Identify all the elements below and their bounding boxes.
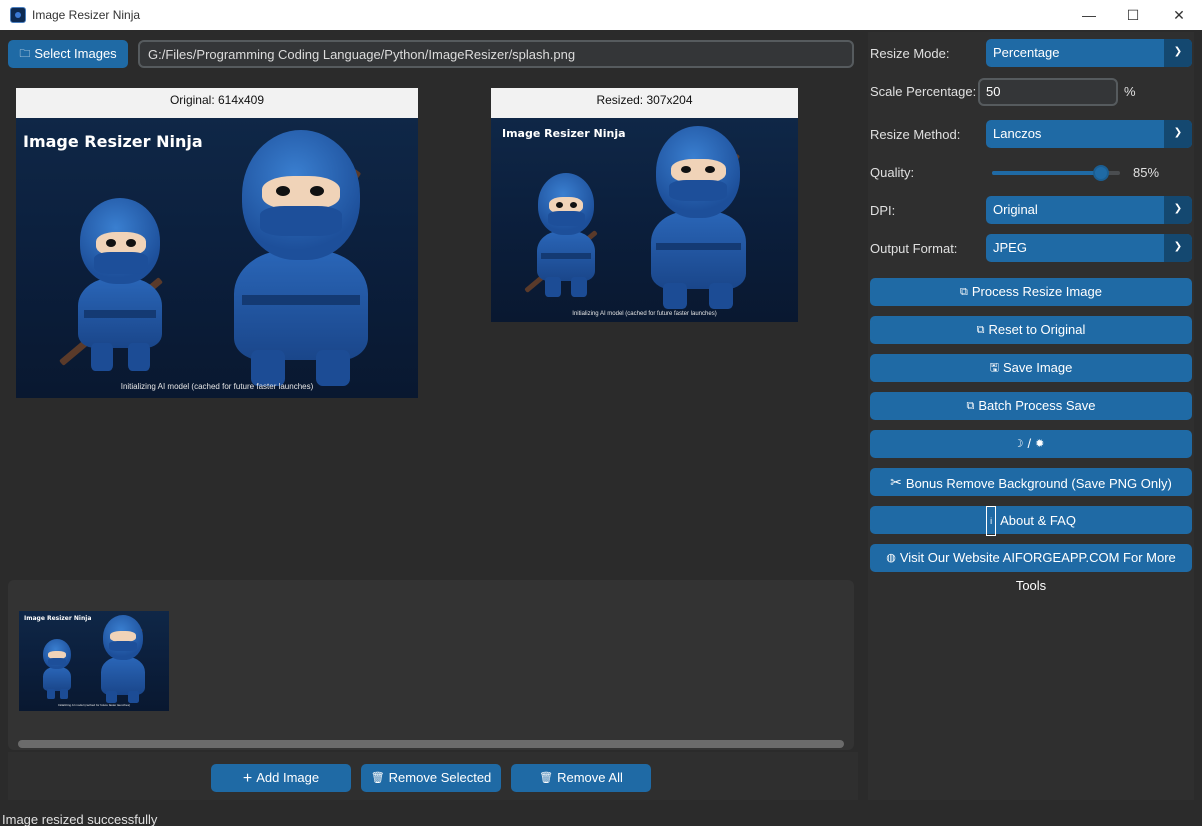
globe-icon: ◍	[886, 552, 896, 564]
thumbnail-item[interactable]: Image Resizer Ninja Initializing AI mode…	[19, 611, 169, 711]
resized-size-label: Resized: 307x204	[491, 88, 798, 118]
remove-selected-label: Remove Selected	[388, 770, 492, 785]
status-text: Image resized successfully	[2, 812, 158, 826]
batch-process-button[interactable]: ⧉ Batch Process Save	[870, 392, 1192, 420]
add-image-button[interactable]: + Add Image	[211, 764, 351, 792]
quality-label: Quality:	[870, 165, 915, 180]
chevron-down-icon: ❯	[1164, 196, 1192, 224]
reset-icon: ⧉	[976, 324, 985, 336]
trash-icon: 🗑	[370, 772, 385, 784]
dpi-select[interactable]: Original ❯	[986, 196, 1192, 224]
chevron-down-icon: ❯	[1164, 234, 1192, 262]
preview-area: Original: 614x409 Image Resizer Ninja In…	[8, 80, 858, 568]
horizontal-scrollbar[interactable]	[18, 740, 844, 748]
maximize-button[interactable]: ☐	[1110, 0, 1156, 30]
remove-all-button[interactable]: 🗑 Remove All	[511, 764, 651, 792]
image-brand-text: Image Resizer Ninja	[502, 127, 626, 140]
resized-preview: Resized: 307x204 Image Resizer Ninja Ini…	[491, 88, 798, 322]
save-image-button[interactable]: 🖫 Save Image	[870, 354, 1192, 382]
resize-mode-value: Percentage	[993, 45, 1060, 60]
original-preview: Original: 614x409 Image Resizer Ninja In…	[16, 88, 418, 398]
output-format-select[interactable]: JPEG ❯	[986, 234, 1192, 262]
resize-icon: ⧉	[960, 286, 968, 298]
app-icon	[10, 7, 26, 23]
scale-percentage-label: Scale Percentage:	[870, 84, 977, 99]
trash-icon: 🗑	[539, 772, 554, 784]
small-ninja-figure	[521, 173, 611, 303]
select-images-button[interactable]: 🗀 Select Images	[8, 40, 128, 68]
quality-slider-fill	[992, 171, 1101, 175]
scale-percentage-input[interactable]: 50	[978, 78, 1118, 106]
theme-toggle-label: /	[1027, 436, 1032, 451]
about-faq-button[interactable]: i About & FAQ	[870, 506, 1192, 536]
image-caption: Initializing AI model (cached for future…	[120, 382, 314, 391]
remove-background-label: Bonus Remove Background (Save PNG Only)	[905, 476, 1172, 491]
image-brand-text: Image Resizer Ninja	[24, 615, 92, 622]
remove-selected-button[interactable]: 🗑 Remove Selected	[361, 764, 501, 792]
title-bar: Image Resizer Ninja — ☐ ✕	[0, 0, 1202, 30]
dpi-value: Original	[993, 202, 1038, 217]
quality-value: 85%	[1133, 165, 1160, 180]
thumbnail-panel: Image Resizer Ninja Initializing AI mode…	[8, 580, 854, 750]
resize-method-label: Resize Method:	[870, 127, 961, 142]
about-faq-label: About & FAQ	[1000, 513, 1076, 528]
reset-button[interactable]: ⧉ Reset to Original	[870, 316, 1192, 344]
output-format-value: JPEG	[993, 240, 1027, 255]
original-image: Image Resizer Ninja Initializing AI mode…	[16, 118, 418, 398]
save-image-label: Save Image	[1003, 360, 1073, 375]
save-icon: 🖫	[989, 362, 999, 374]
small-ninja-figure	[35, 639, 79, 703]
remove-all-label: Remove All	[557, 770, 623, 785]
close-button[interactable]: ✕	[1156, 0, 1202, 30]
image-brand-text: Image Resizer Ninja	[23, 132, 203, 151]
quality-slider[interactable]	[992, 165, 1120, 181]
visit-website-label: Visit Our Website AIFORGEAPP.COM For Mor…	[899, 550, 1176, 593]
theme-toggle-button[interactable]: ☽ / ✹	[870, 430, 1192, 458]
large-ninja-figure	[91, 615, 155, 705]
large-ninja-figure	[631, 126, 766, 311]
scissors-icon: ✂	[890, 474, 902, 490]
resize-mode-select[interactable]: Percentage ❯	[986, 39, 1192, 67]
resize-mode-label: Resize Mode:	[870, 46, 950, 61]
image-caption: Initializing AI model (cached for future…	[572, 311, 717, 317]
quality-slider-handle[interactable]	[1092, 165, 1109, 181]
minimize-button[interactable]: —	[1066, 0, 1112, 30]
batch-process-label: Batch Process Save	[978, 398, 1096, 413]
process-resize-label: Process Resize Image	[971, 284, 1102, 299]
remove-background-button[interactable]: ✂ Bonus Remove Background (Save PNG Only)	[870, 468, 1192, 496]
select-images-label: Select Images	[34, 46, 117, 61]
sun-icon: ✹	[1035, 438, 1045, 450]
info-icon: i	[986, 506, 997, 536]
resized-image: Image Resizer Ninja Initializing AI mode…	[491, 118, 798, 322]
add-image-label: Add Image	[256, 770, 320, 785]
reset-label: Reset to Original	[988, 322, 1086, 337]
folder-icon: 🗀	[19, 48, 31, 60]
bottom-button-bar: + Add Image 🗑 Remove Selected 🗑 Remove All	[8, 752, 858, 800]
moon-icon: ☽	[1013, 438, 1024, 450]
file-path-field[interactable]: G:/Files/Programming Coding Language/Pyt…	[138, 40, 854, 68]
percent-unit: %	[1124, 84, 1136, 99]
large-ninja-figure	[206, 130, 396, 390]
chevron-down-icon: ❯	[1164, 39, 1192, 67]
resize-method-select[interactable]: Lanczos ❯	[986, 120, 1192, 148]
process-resize-button[interactable]: ⧉ Process Resize Image	[870, 278, 1192, 306]
settings-panel: Resize Mode: Percentage ❯ Scale Percenta…	[868, 32, 1194, 800]
output-format-label: Output Format:	[870, 241, 958, 256]
image-caption: Initializing AI model (cached for future…	[57, 703, 131, 707]
batch-icon: ⧉	[966, 400, 975, 412]
small-ninja-figure	[56, 198, 186, 378]
resize-method-value: Lanczos	[993, 126, 1042, 141]
original-size-label: Original: 614x409	[16, 88, 418, 118]
window-title: Image Resizer Ninja	[32, 8, 141, 22]
plus-icon: +	[242, 770, 253, 787]
visit-website-button[interactable]: ◍ Visit Our Website AIFORGEAPP.COM For Mo…	[870, 544, 1192, 593]
dpi-label: DPI:	[870, 203, 896, 218]
chevron-down-icon: ❯	[1164, 120, 1192, 148]
